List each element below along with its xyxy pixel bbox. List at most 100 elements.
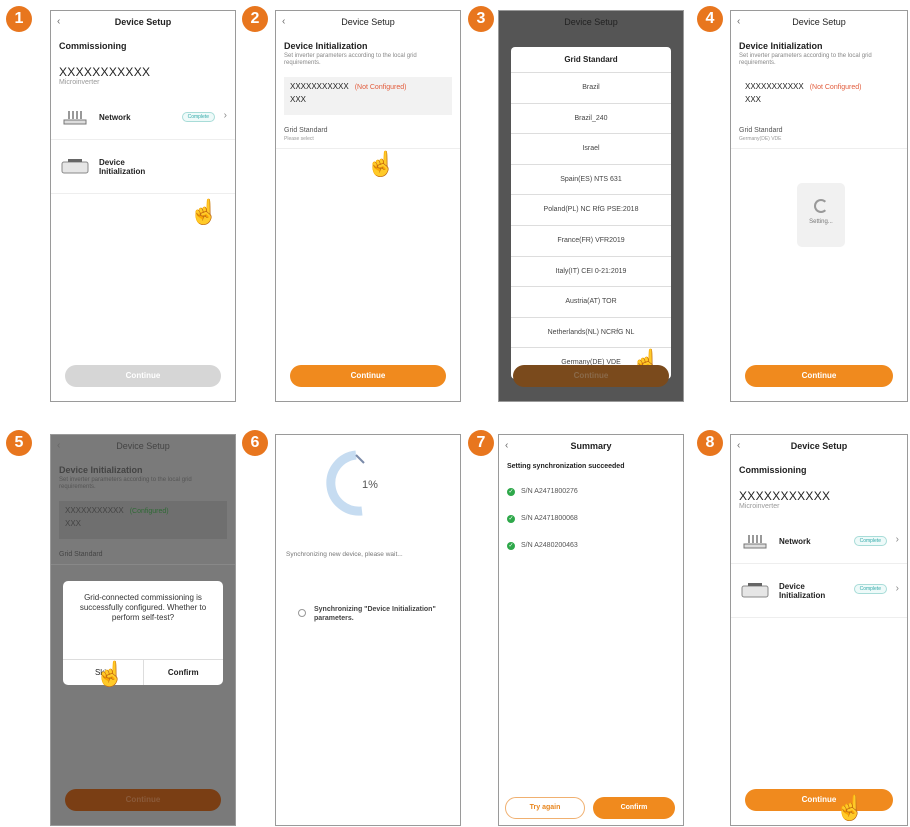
grid-standard-field[interactable]: Grid Standard [51, 545, 235, 565]
progress-percent: 1% [362, 479, 378, 491]
grid-standard-label: Grid Standard [739, 127, 783, 134]
self-test-dialog: Grid-connected commissioning is successf… [63, 581, 223, 685]
continue-button[interactable]: Continue [745, 789, 893, 811]
network-row[interactable]: Network Complete › [51, 96, 235, 140]
device-item: ✓ S/N A2480200463 [499, 532, 683, 559]
loading-toast: Setting... [797, 183, 845, 247]
device-init-label: Device Initialization [99, 157, 146, 176]
step-badge-6: 6 [242, 430, 268, 456]
device-init-row[interactable]: Device Initialization [51, 140, 235, 194]
header: Device Setup [499, 11, 683, 33]
screen-5: ‹ Device Setup Device Initialization Set… [50, 434, 236, 826]
picker-option[interactable]: Italy(IT) CEI 0-21:2019 [511, 257, 671, 288]
page-title: Device Setup [114, 17, 172, 27]
picker-option[interactable]: Brazil [511, 73, 671, 104]
section-title: Commissioning [739, 465, 807, 475]
picker-option[interactable]: Israel [511, 134, 671, 165]
sync-wait-text: Synchronizing new device, please wait... [286, 551, 403, 558]
back-icon[interactable]: ‹ [737, 11, 740, 33]
status-badge: Complete [853, 584, 887, 594]
header: ‹ Summary [499, 435, 683, 457]
continue-button[interactable]: Continue [290, 365, 446, 387]
device-sn: XXXXXXXXXXX [65, 506, 124, 515]
device-sn: XXXXXXXXXXX [739, 489, 831, 503]
section-title: Device Initialization [739, 41, 823, 51]
device-sub: XXX [290, 95, 307, 104]
grid-standard-label: Grid Standard [284, 127, 328, 134]
status-badge: Complete [853, 536, 887, 546]
section-title: Commissioning [59, 41, 127, 51]
try-again-button[interactable]: Try again [505, 797, 585, 819]
screen-6: 1% Synchronizing new device, please wait… [275, 434, 461, 826]
picker-option[interactable]: Poland(PL) NC RfG PSE:2018 [511, 195, 671, 226]
confirm-button[interactable]: Confirm [142, 660, 224, 685]
step-badge-3: 3 [468, 6, 494, 32]
device-card: XXXXXXXXXXX (Not Configured) XXX [739, 77, 899, 115]
picker-option[interactable]: Brazil_240 [511, 104, 671, 135]
back-icon[interactable]: ‹ [57, 11, 60, 33]
tap-hand-icon: ☝ [835, 795, 865, 822]
screen-4: ‹ Device Setup Device Initialization Set… [730, 10, 908, 402]
step-badge-7: 7 [468, 430, 494, 456]
screen-1: ‹ Device Setup Commissioning XXXXXXXXXXX… [50, 10, 236, 402]
device-item: ✓ S/N A2471800276 [499, 478, 683, 505]
back-icon[interactable]: ‹ [57, 435, 60, 457]
section-title: Device Initialization [59, 465, 143, 475]
spinner-icon [814, 199, 828, 213]
section-description: Set inverter parameters according to the… [739, 53, 872, 66]
screen-7: ‹ Summary Setting synchronization succee… [498, 434, 684, 826]
device-card: XXXXXXXXXXX (Not Configured) XXX [284, 77, 452, 115]
section-description: Set inverter parameters according to the… [284, 53, 417, 66]
device-sn: XXXXXXXXXXX [290, 82, 349, 91]
continue-button[interactable]: Continue [745, 365, 893, 387]
step-badge-5: 5 [6, 430, 32, 456]
chevron-right-icon: › [895, 534, 899, 545]
device-sn: S/N A2471800068 [521, 515, 578, 522]
grid-standard-field[interactable]: Grid Standard Please select [276, 121, 460, 149]
page-title: Summary [570, 441, 612, 451]
section-title: Device Initialization [284, 41, 368, 51]
result-title: Setting synchronization succeeded [507, 463, 625, 470]
header: ‹ Device Setup [276, 11, 460, 33]
continue-button[interactable]: Continue [65, 365, 221, 387]
screen-3: Device Setup Grid Standard Brazil Brazil… [498, 10, 684, 402]
continue-button[interactable]: Continue [65, 789, 221, 811]
continue-button[interactable]: Continue [513, 365, 669, 387]
step-badge-2: 2 [242, 6, 268, 32]
dialog-actions: Skip Confirm [63, 659, 223, 685]
back-icon[interactable]: ‹ [282, 11, 285, 33]
back-icon[interactable]: ‹ [505, 435, 508, 457]
device-init-row[interactable]: Device Initialization Complete › [731, 564, 907, 618]
grid-standard-field[interactable]: Grid Standard Germany(DE) VDE [731, 121, 907, 149]
picker-option[interactable]: Austria(AT) TOR [511, 287, 671, 318]
device-model: Microinverter [59, 79, 100, 86]
picker-title: Grid Standard [511, 47, 671, 73]
confirm-button[interactable]: Confirm [593, 797, 675, 819]
page-title: Device Setup [341, 17, 395, 27]
step-badge-4: 4 [697, 6, 723, 32]
network-label: Network [779, 537, 811, 546]
picker-option[interactable]: Spain(ES) NTS 631 [511, 165, 671, 196]
check-icon: ✓ [507, 514, 515, 523]
header: ‹ Device Setup [51, 435, 235, 457]
grid-standard-value: Please select [284, 136, 314, 142]
page-title: Device Setup [116, 441, 170, 451]
picker-option[interactable]: France(FR) VFR2019 [511, 226, 671, 257]
device-sub: XXX [65, 519, 82, 528]
network-row[interactable]: Network Complete › [731, 520, 907, 564]
pending-icon [298, 609, 306, 617]
router-icon [739, 531, 771, 553]
page-title: Device Setup [564, 17, 618, 27]
device-sn: S/N A2480200463 [521, 542, 578, 549]
grid-standard-label: Grid Standard [59, 551, 103, 558]
device-item: ✓ S/N A2471800068 [499, 505, 683, 532]
microinverter-icon [59, 156, 91, 178]
back-icon[interactable]: ‹ [737, 435, 740, 457]
step-badge-8: 8 [697, 430, 723, 456]
header: ‹ Device Setup [731, 435, 907, 457]
header: ‹ Device Setup [51, 11, 235, 33]
picker-option[interactable]: Netherlands(NL) NCRfG NL [511, 318, 671, 349]
network-label: Network [99, 113, 131, 122]
page-title: Device Setup [792, 17, 846, 27]
loading-text: Setting... [809, 219, 833, 225]
